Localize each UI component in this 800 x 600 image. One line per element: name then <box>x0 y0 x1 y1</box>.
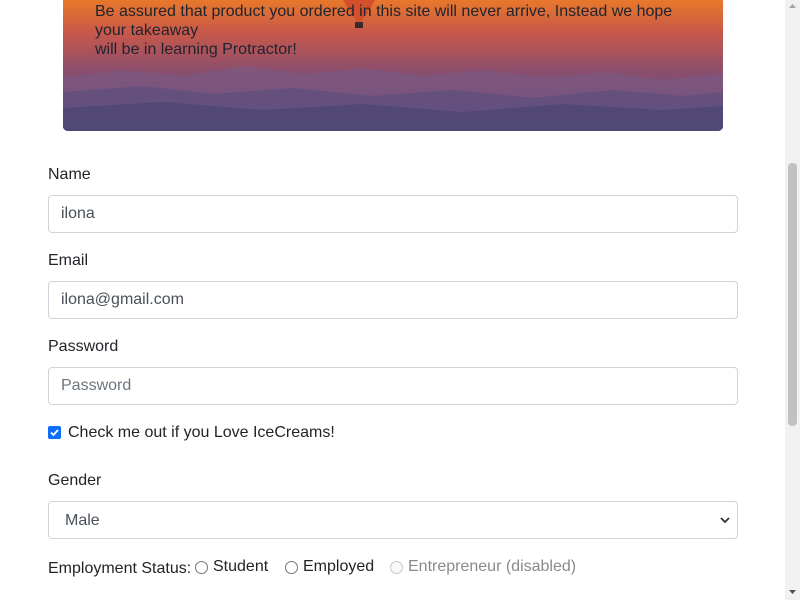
radio-employed[interactable] <box>285 561 298 574</box>
radio-entrepreneur <box>390 561 403 574</box>
hero-banner: Be assured that product you ordered in t… <box>63 0 723 131</box>
password-label: Password <box>48 338 119 355</box>
name-input[interactable] <box>48 195 738 233</box>
chevron-down-icon <box>720 517 730 524</box>
hero-line-2: your takeaway <box>95 22 199 39</box>
checkmark-icon <box>50 429 59 437</box>
icecream-checkbox-label[interactable]: Check me out if you Love IceCreams! <box>68 424 335 442</box>
scroll-up-arrow-icon[interactable] <box>787 2 798 10</box>
scroll-down-arrow-icon[interactable] <box>787 588 798 596</box>
email-label: Email <box>48 252 89 269</box>
hero-line-3: will be in learning Protractor! <box>95 41 297 58</box>
radio-student[interactable] <box>195 561 208 574</box>
icecream-checkbox[interactable] <box>48 426 61 439</box>
radio-student-label[interactable]: Student <box>213 558 268 576</box>
name-label: Name <box>48 166 91 183</box>
radio-entrepreneur-label: Entrepreneur (disabled) <box>408 558 577 575</box>
employment-status-label: Employment Status: <box>48 560 192 577</box>
hero-message: Be assured that product you ordered in t… <box>95 2 695 59</box>
hero-line-1: Be assured that product you ordered in t… <box>95 3 673 20</box>
scrollbar-thumb[interactable] <box>788 163 797 426</box>
radio-employed-label[interactable]: Employed <box>303 558 374 576</box>
gender-label: Gender <box>48 472 102 489</box>
gender-selected-value: Male <box>65 512 100 529</box>
password-input[interactable] <box>48 367 738 405</box>
gender-select[interactable]: Male <box>48 501 738 539</box>
email-input[interactable] <box>48 281 738 319</box>
